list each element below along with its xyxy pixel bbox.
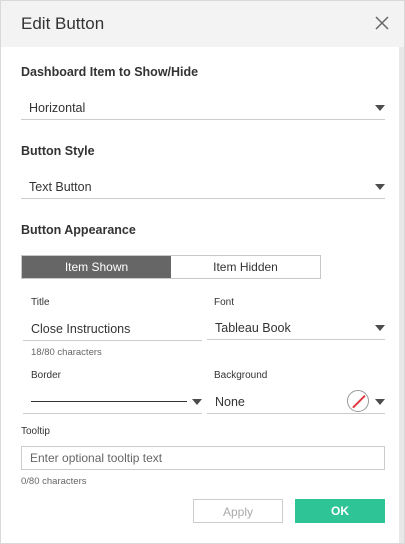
appearance-state-toggle: Item Shown Item Hidden bbox=[21, 255, 321, 279]
title-field-label: Title bbox=[31, 297, 50, 308]
dialog-title: Edit Button bbox=[21, 14, 105, 33]
button-style-label: Button Style bbox=[21, 144, 95, 158]
title-input-value: Close Instructions bbox=[31, 322, 131, 336]
background-strip bbox=[399, 47, 404, 543]
tooltip-char-count: 0/80 characters bbox=[21, 476, 87, 487]
font-field-label: Font bbox=[214, 297, 235, 308]
chevron-down-icon bbox=[192, 399, 202, 405]
dialog-titlebar: Edit Button bbox=[1, 1, 404, 47]
chevron-down-icon bbox=[375, 105, 385, 111]
tab-item-shown[interactable]: Item Shown bbox=[22, 256, 171, 278]
border-field-label: Border bbox=[31, 370, 62, 381]
apply-button[interactable]: Apply bbox=[193, 499, 283, 523]
tab-item-hidden[interactable]: Item Hidden bbox=[171, 256, 320, 278]
background-field-label: Background bbox=[214, 370, 268, 381]
tooltip-input[interactable] bbox=[21, 446, 385, 470]
font-dropdown[interactable]: Tableau Book bbox=[207, 316, 385, 340]
chevron-down-icon bbox=[375, 184, 385, 190]
no-color-slash bbox=[352, 394, 366, 409]
title-char-count: 18/80 characters bbox=[31, 347, 102, 358]
background-value: None bbox=[215, 395, 245, 409]
font-value: Tableau Book bbox=[215, 321, 291, 335]
border-dropdown[interactable] bbox=[23, 390, 202, 414]
edit-button-dialog: Edit Button Dashboard Item to Show/Hide … bbox=[0, 0, 405, 544]
show-hide-label: Dashboard Item to Show/Hide bbox=[21, 65, 199, 79]
chevron-down-icon bbox=[375, 325, 385, 331]
no-color-icon[interactable] bbox=[347, 390, 369, 412]
tooltip-field-label: Tooltip bbox=[21, 426, 50, 437]
chevron-down-icon bbox=[375, 399, 385, 405]
show-hide-dropdown[interactable]: Horizontal bbox=[21, 96, 385, 120]
title-input[interactable]: Close Instructions bbox=[23, 317, 202, 341]
button-style-value: Text Button bbox=[29, 180, 92, 194]
ok-button[interactable]: OK bbox=[295, 499, 385, 523]
button-style-dropdown[interactable]: Text Button bbox=[21, 175, 385, 199]
border-line-preview bbox=[31, 401, 187, 402]
close-icon[interactable] bbox=[374, 15, 390, 31]
button-appearance-label: Button Appearance bbox=[21, 223, 136, 237]
show-hide-value: Horizontal bbox=[29, 101, 86, 115]
